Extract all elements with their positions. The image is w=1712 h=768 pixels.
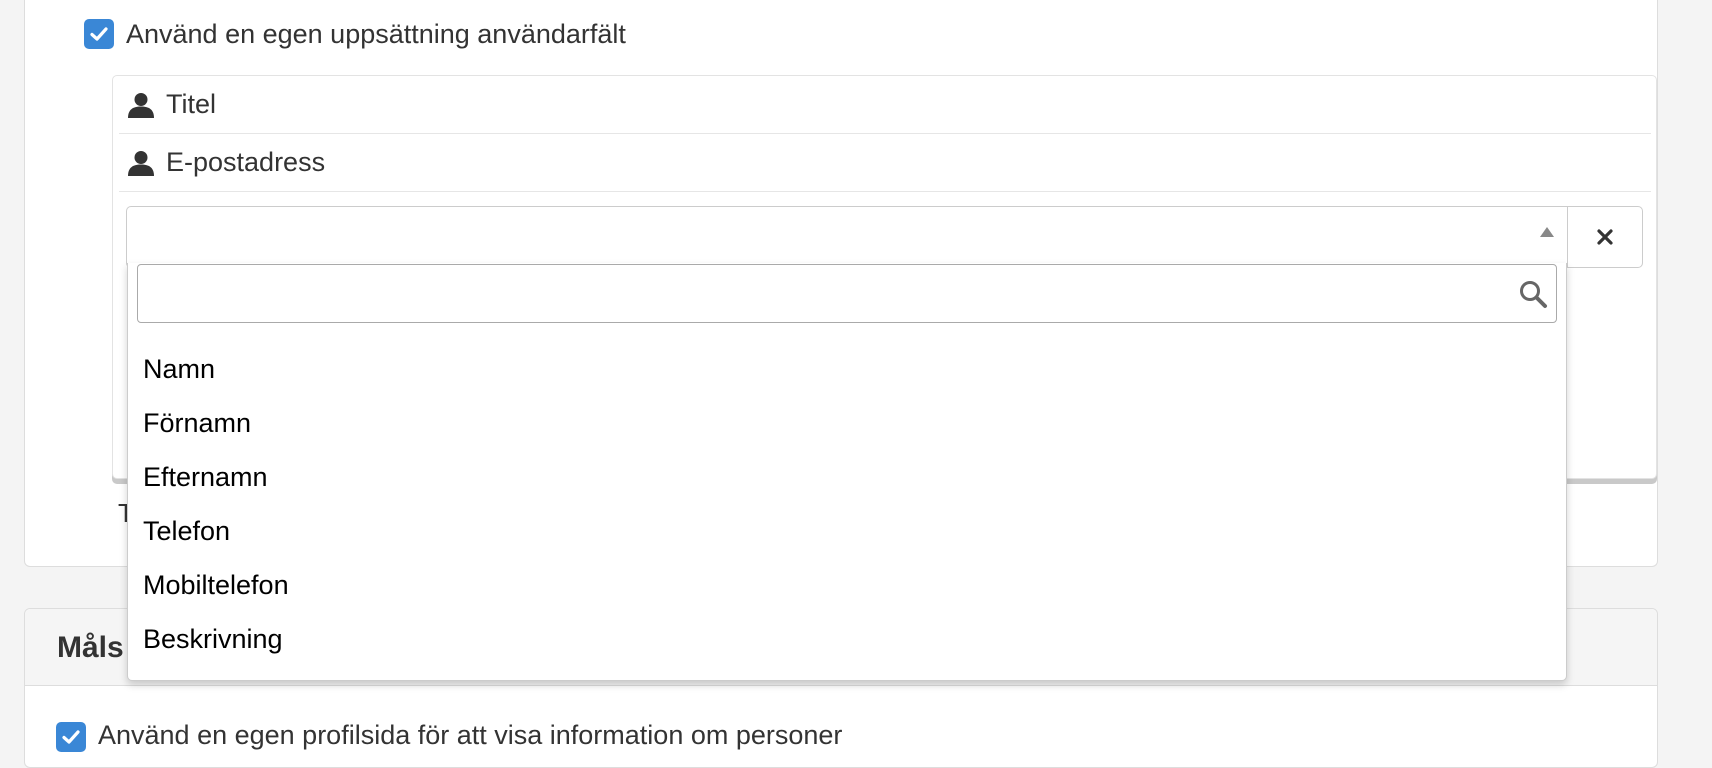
field-label: E-postadress (166, 147, 326, 177)
close-icon (1597, 229, 1613, 245)
option-item[interactable]: Beskrivning (128, 612, 1566, 666)
option-item[interactable]: Mobiltelefon (128, 558, 1566, 612)
custom-fields-checkbox[interactable] (84, 19, 114, 49)
field-row-title[interactable]: Titel (119, 76, 1651, 134)
option-item[interactable]: Telefon (128, 504, 1566, 558)
field-select[interactable] (126, 206, 1568, 268)
custom-fields-checkbox-label: Använd en egen uppsättning användarfält (126, 19, 626, 49)
search-icon (1520, 281, 1547, 308)
field-label: Titel (166, 89, 217, 119)
remove-field-button[interactable] (1567, 206, 1643, 268)
user-icon (128, 150, 154, 176)
option-item[interactable]: Förnamn (128, 396, 1566, 450)
search-input[interactable] (138, 265, 1498, 322)
field-row-email[interactable]: E-postadress (119, 134, 1651, 192)
user-icon (128, 92, 154, 118)
check-icon (62, 730, 80, 744)
check-icon (90, 27, 108, 41)
option-item[interactable]: Efternamn (128, 450, 1566, 504)
profile-page-checkbox-label: Använd en egen profilsida för att visa i… (98, 720, 843, 750)
option-list: Namn Förnamn Efternamn Telefon Mobiltele… (128, 342, 1566, 666)
option-item[interactable]: Namn (128, 342, 1566, 396)
triangle-up-icon (1540, 227, 1554, 237)
panel-title: Måls (57, 631, 124, 664)
field-select-dropdown: Namn Förnamn Efternamn Telefon Mobiltele… (127, 263, 1567, 681)
search-box (137, 264, 1557, 323)
profile-page-checkbox[interactable] (56, 722, 86, 752)
